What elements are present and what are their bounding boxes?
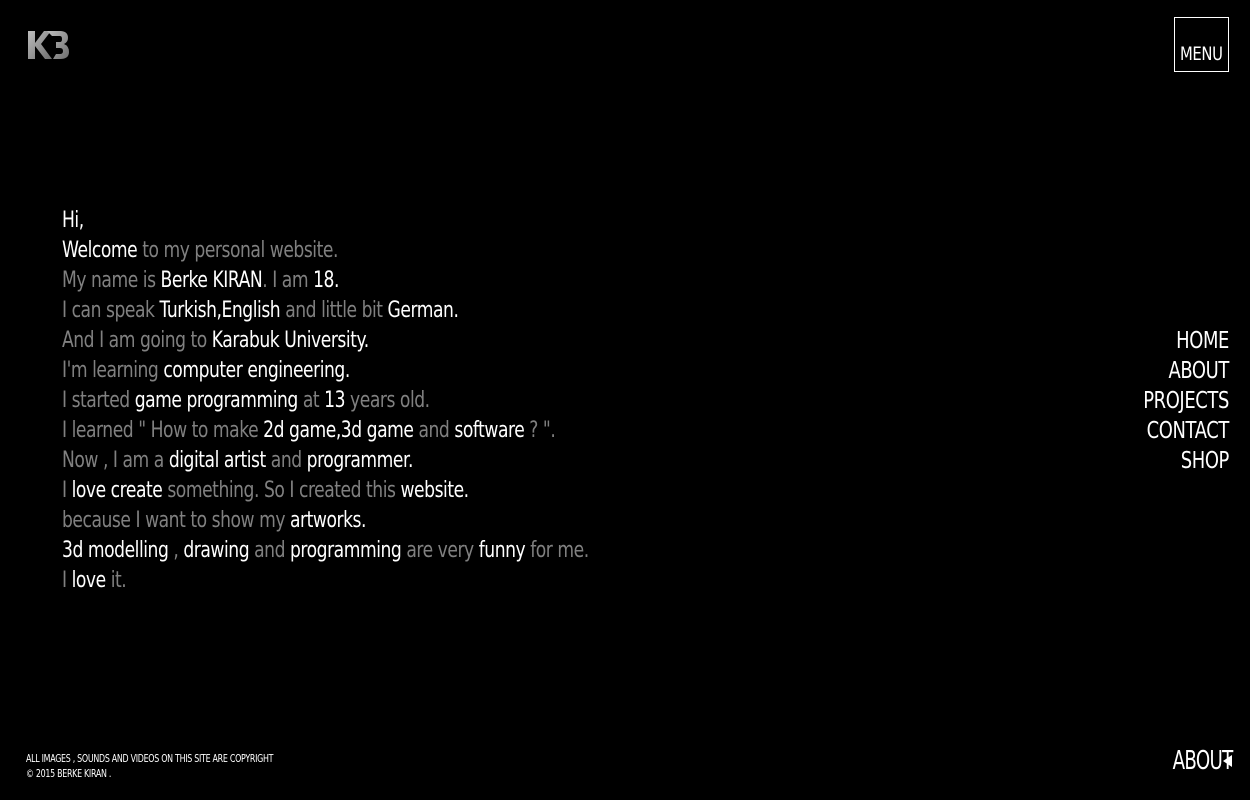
intro-highlight: programming <box>289 538 402 563</box>
intro-text-segment: I can speak <box>62 298 160 323</box>
intro-text-segment: I <box>62 568 72 593</box>
intro-text-segment: I'm learning <box>62 358 164 383</box>
nav-item-contact[interactable]: CONTACT <box>1143 416 1230 446</box>
intro-highlight: website. <box>400 478 469 503</box>
intro-text-segment: years old. <box>345 388 430 413</box>
intro-text-segment: at <box>297 388 325 413</box>
intro-highlight: funny <box>478 538 526 563</box>
intro-highlight: 13 <box>324 388 346 413</box>
intro-highlight: Hi, <box>62 208 84 233</box>
intro-text-segment: Now , I am a <box>62 448 169 473</box>
intro-text-segment: are very <box>401 538 479 563</box>
intro-line: I love create something. So I created th… <box>62 476 589 506</box>
intro-line: I'm learning computer engineering. <box>62 356 589 386</box>
copyright-line-2: © 2015 BERKE KIRAN . <box>26 767 112 780</box>
intro-text-segment: I <box>62 478 72 503</box>
intro-text-segment: to my personal website. <box>137 238 338 263</box>
intro-highlight: love <box>71 568 107 593</box>
intro-text-segment: and little bit <box>280 298 388 323</box>
copyright-line-1: ALL IMAGES , SOUNDS AND VIDEOS ON THIS S… <box>26 752 274 765</box>
intro-highlight: programmer. <box>306 448 414 473</box>
menu-button[interactable]: MENU <box>1174 17 1229 72</box>
kb-logo-icon <box>28 31 69 59</box>
intro-text-segment: something. So I created this <box>162 478 401 503</box>
intro-text-segment: . I am <box>262 268 314 293</box>
intro-line: 3d modelling , drawing and programming a… <box>62 536 589 566</box>
current-page-indicator[interactable]: ABOUT <box>1147 746 1234 776</box>
intro-line: I love it. <box>62 566 589 596</box>
intro-highlight: Turkish,English <box>159 298 281 323</box>
intro-line: I learned " How to make 2d game,3d game … <box>62 416 589 446</box>
intro-text-segment: because I want to show my <box>62 508 291 533</box>
intro-text-segment: , <box>168 538 184 563</box>
intro-highlight: software <box>454 418 525 443</box>
nav-item-about[interactable]: ABOUT <box>1143 356 1229 386</box>
intro-line: And I am going to Karabuk University. <box>62 326 589 356</box>
intro-highlight: love create <box>71 478 163 503</box>
intro-line: Hi, <box>62 206 589 236</box>
intro-text-segment: and <box>265 448 307 473</box>
intro-highlight: drawing <box>183 538 250 563</box>
nav-item-home[interactable]: HOME <box>1143 326 1229 356</box>
intro-text-segment: and <box>413 418 455 443</box>
intro-highlight: 2d game,3d game <box>263 418 414 443</box>
intro-highlight: digital artist <box>168 448 266 473</box>
intro-line: My name is Berke KIRAN. I am 18. <box>62 266 589 296</box>
intro-line: Welcome to my personal website. <box>62 236 589 266</box>
intro-text: Hi, Welcome to my personal website. My nam… <box>62 206 589 596</box>
copyright-notice: ALL IMAGES , SOUNDS AND VIDEOS ON THIS S… <box>26 751 274 781</box>
current-page-label: ABOUT <box>1173 746 1234 776</box>
intro-line: I can speak Turkish,English and little b… <box>62 296 589 326</box>
intro-highlight: Berke KIRAN <box>160 268 263 293</box>
intro-highlight: Karabuk University. <box>211 328 369 353</box>
menu-button-label: MENU <box>1180 43 1223 65</box>
intro-line: because I want to show my artworks. <box>62 506 589 536</box>
intro-text-segment: ? ". <box>524 418 556 443</box>
intro-highlight: 3d modelling <box>62 538 169 563</box>
intro-line: Now , I am a digital artist and programm… <box>62 446 589 476</box>
intro-highlight: Welcome <box>62 238 138 263</box>
nav-item-shop[interactable]: SHOP <box>1143 446 1230 476</box>
intro-highlight: German. <box>387 298 459 323</box>
intro-text-segment: And I am going to <box>62 328 212 353</box>
intro-highlight: computer engineering. <box>163 358 350 383</box>
intro-text-segment: for me. <box>525 538 589 563</box>
kb-logo[interactable] <box>26 28 70 62</box>
intro-text-segment: My name is <box>62 268 161 293</box>
intro-text-segment: I started <box>62 388 135 413</box>
side-nav: HOME ABOUT PROJECTS CONTACT SHOP <box>1119 326 1229 476</box>
nav-item-projects[interactable]: PROJECTS <box>1143 386 1229 416</box>
intro-text-segment: and <box>249 538 290 563</box>
intro-line: I started game programming at 13 years o… <box>62 386 589 416</box>
intro-highlight: artworks. <box>290 508 367 533</box>
intro-highlight: game programming <box>134 388 299 413</box>
intro-text-segment: it. <box>105 568 127 593</box>
intro-highlight: 18. <box>313 268 339 293</box>
intro-text-segment: I learned " How to make <box>62 418 264 443</box>
